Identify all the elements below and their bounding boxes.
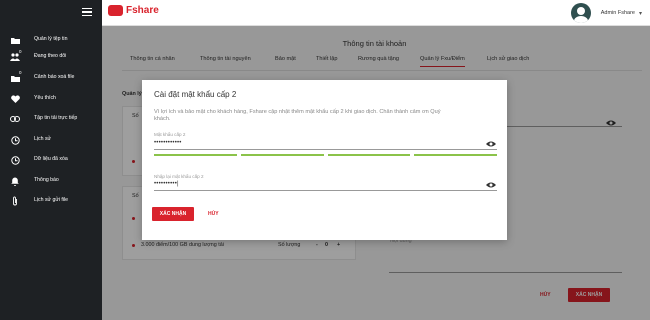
eye-icon[interactable] (486, 182, 496, 188)
sidebar-item-delete-warning[interactable]: 0 Cảnh báo xoá file (0, 70, 102, 86)
strength-segment (154, 154, 237, 156)
sidebar-badge: 0 (19, 70, 22, 75)
menu-icon[interactable] (82, 8, 92, 17)
sidebar: Quản lý tệp tin 0 Đang theo dõi 0 Cảnh b… (0, 0, 102, 320)
sidebar-badge: 0 (19, 49, 22, 54)
folder-icon (10, 35, 20, 45)
dialog-description: Vì lợi ích và bảo mật cho khách hàng, Fs… (154, 109, 441, 122)
heart-icon (10, 94, 20, 104)
sidebar-item-favorites[interactable]: Yêu thích (0, 91, 102, 107)
logo[interactable]: Fshare (108, 5, 159, 16)
sidebar-item-label: Cảnh báo xoá file (34, 74, 75, 80)
eye-icon[interactable] (486, 141, 496, 147)
confirm-password-field[interactable]: ••••••••••| (154, 181, 179, 187)
sidebar-item-direct-links[interactable]: Tập tin tải trực tiếp (0, 111, 102, 127)
sidebar-item-history[interactable]: Lịch sử (0, 132, 102, 148)
sidebar-item-label: Quản lý tệp tin (34, 36, 68, 42)
user-name: Admin Fshare (600, 10, 635, 16)
strength-segment (414, 154, 497, 156)
sidebar-item-label: Yêu thích (34, 95, 56, 101)
password-underline (154, 149, 497, 150)
paperclip-icon (10, 196, 20, 206)
sidebar-item-label: Lịch sử (34, 136, 52, 142)
chevron-down-icon: ▾ (638, 10, 642, 17)
password-label: Mật khẩu cấp 2 (154, 132, 186, 137)
sidebar-item-deleted[interactable]: Dữ liệu đã xóa (0, 152, 102, 168)
sidebar-item-sent-files[interactable]: Lịch sử gửi file (0, 193, 102, 209)
sidebar-item-label: Đang theo dõi (34, 53, 67, 59)
dialog-cancel-button[interactable]: HỦY (208, 211, 219, 217)
history-icon (10, 135, 20, 145)
trash-icon (10, 155, 20, 165)
bell-icon (10, 176, 20, 186)
link-icon (10, 114, 20, 124)
sidebar-item-file-manager[interactable]: Quản lý tệp tin (0, 32, 102, 48)
password-field[interactable]: •••••••••••• (154, 140, 182, 146)
strength-segment (327, 154, 411, 156)
sidebar-item-label: Tập tin tải trực tiếp (34, 115, 78, 121)
confirm-password-label: Nhập lại mật khẩu cấp 2 (154, 174, 204, 179)
strength-segment (240, 154, 324, 156)
dialog-confirm-button[interactable]: XÁC NHẬN (152, 207, 194, 221)
confirm-password-underline (154, 190, 497, 191)
avatar (570, 3, 591, 23)
sidebar-item-following[interactable]: 0 Đang theo dõi (0, 49, 102, 65)
password-level2-dialog: Cài đặt mật khẩu cấp 2 Vì lợi ích và bảo… (142, 80, 507, 240)
topbar: Fshare Admin Fshare ▾ (102, 0, 650, 26)
cloud-logo-icon (108, 5, 123, 16)
sidebar-item-label: Dữ liệu đã xóa (34, 156, 68, 162)
password-strength-meter (154, 154, 497, 156)
sidebar-item-notifications[interactable]: Thông báo (0, 173, 102, 189)
dialog-title: Cài đặt mật khẩu cấp 2 (154, 90, 237, 99)
sidebar-item-label: Thông báo (34, 177, 59, 183)
sidebar-item-label: Lịch sử gửi file (34, 197, 69, 203)
user-menu[interactable]: Admin Fshare ▾ (570, 3, 642, 23)
